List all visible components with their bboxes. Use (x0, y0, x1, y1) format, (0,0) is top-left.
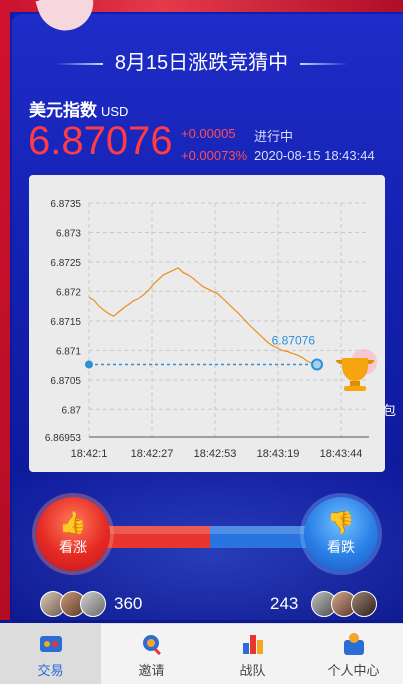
price-chart-svg: 6.8735 6.873 6.8725 6.872 6.8715 6.871 6.8705 6… (45, 199, 369, 460)
down-count: 243 (270, 594, 299, 613)
trophy-icon[interactable] (330, 348, 384, 394)
avatar (351, 591, 377, 617)
bet-down-button[interactable]: 👎 看跌 (304, 497, 378, 571)
y-tick-label: 6.873 (56, 228, 81, 239)
last-price-point (311, 358, 323, 371)
tab-team-label: 战队 (239, 663, 266, 678)
vote-ratio-bar (95, 526, 325, 548)
bet-up-button[interactable]: 👍 看涨 (36, 497, 110, 571)
price-change: +0.00005 (181, 126, 236, 141)
tab-trade-label: 交易 (37, 663, 64, 678)
invite-icon (142, 635, 161, 655)
y-tick-label: 6.8715 (50, 317, 81, 328)
tab-trade[interactable]: 交易 (0, 624, 101, 684)
price-chart: 6.8735 6.873 6.8725 6.872 6.8715 6.871 6.8705 6… (29, 175, 385, 472)
y-tick-label: 6.871 (56, 346, 81, 357)
index-unit: USD (101, 104, 129, 119)
reference-start-point (85, 360, 93, 369)
avatar (80, 591, 106, 617)
bottom-tab-bar: 交易 邀请 战队 个人中心 (0, 623, 403, 684)
left-band (0, 0, 10, 620)
index-price: 6.87076 (28, 119, 173, 163)
page-title: 8月15日涨跌竞猜中 (114, 52, 289, 74)
tab-profile-label: 个人中心 (327, 663, 380, 678)
y-tick-label: 6.87 (62, 405, 82, 416)
status-label: 进行中 (254, 129, 294, 144)
up-voters-avatars (40, 591, 106, 617)
price-change-percent: +0.00073% (181, 148, 248, 163)
down-voters-avatars (311, 591, 377, 617)
page-title-wrap: 8月15日涨跌竞猜中 (0, 46, 403, 75)
trophy-side-label: 包 (383, 403, 397, 418)
x-tick-label: 18:42:1 (71, 448, 108, 460)
x-tick-label: 18:43:44 (320, 448, 363, 460)
x-tick-label: 18:42:27 (131, 448, 174, 460)
bet-up-label: 看涨 (59, 539, 87, 555)
index-name-row: 美元指数 USD (29, 96, 128, 121)
thumbs-down-icon: 👎 (327, 510, 355, 535)
y-tick-label: 6.8725 (50, 258, 81, 269)
team-icon (242, 635, 263, 654)
tab-profile[interactable]: 个人中心 (303, 624, 403, 684)
y-tick-label: 6.86953 (45, 433, 82, 444)
trade-icon (39, 636, 62, 652)
up-count: 360 (114, 594, 143, 613)
thumbs-up-icon: 👍 (59, 510, 87, 535)
y-tick-label: 6.8705 (50, 376, 81, 387)
profile-icon (343, 633, 364, 655)
title-left-line (54, 62, 103, 65)
tab-invite[interactable]: 邀请 (101, 624, 202, 684)
bet-down-label: 看跌 (327, 539, 355, 555)
index-name: 美元指数 (29, 101, 97, 120)
y-tick-label: 6.872 (56, 287, 81, 298)
title-right-line (300, 62, 349, 65)
tab-invite-label: 邀请 (138, 663, 165, 678)
y-tick-label: 6.8735 (50, 199, 81, 210)
x-tick-label: 18:43:19 (257, 448, 300, 460)
last-price-label: 6.87076 (272, 334, 316, 348)
x-tick-label: 18:42:53 (194, 448, 237, 460)
tab-team[interactable]: 战队 (202, 624, 303, 684)
timestamp: 2020-08-15 18:43:44 (254, 148, 375, 163)
